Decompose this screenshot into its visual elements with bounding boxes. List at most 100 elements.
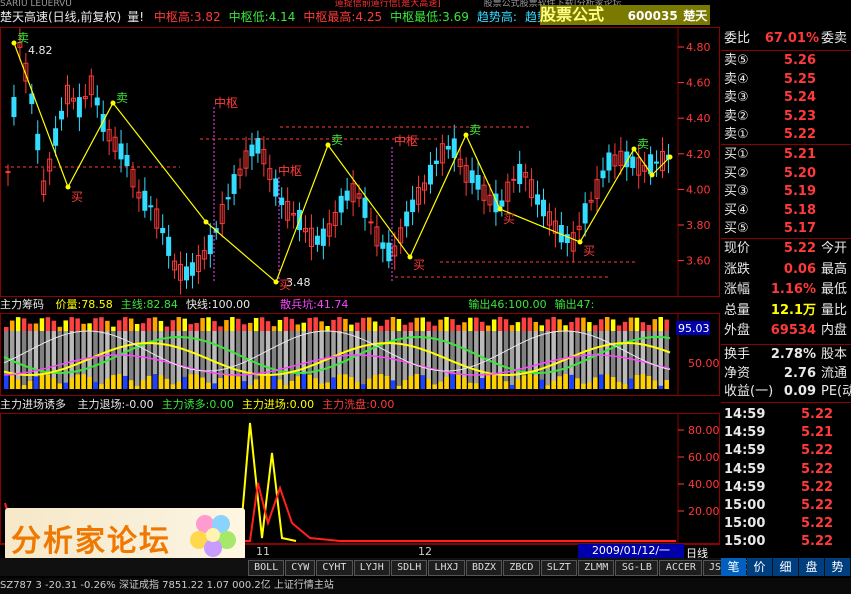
indicator-tab-boll[interactable]: BOLL	[248, 560, 285, 576]
ind1-bottom-bar	[480, 377, 485, 389]
right-tab-4[interactable]: 势	[825, 558, 850, 576]
status-bar: SZ787 3 -20.31 -0.26% 深证成指 7851.22 1.07 …	[0, 578, 851, 594]
candle-body	[142, 190, 148, 211]
ind1-top-bar	[420, 317, 425, 331]
ind1-top-bar	[57, 326, 63, 331]
ind1-top-bar	[474, 317, 479, 331]
ind1-bottom-bar	[45, 374, 51, 389]
right-tab-3[interactable]: 盘	[799, 558, 824, 576]
ind1-top-bar	[509, 325, 515, 331]
candle-body	[94, 97, 100, 106]
ask-row: 卖② 5.23	[721, 108, 851, 126]
ind1-gray-bar	[616, 331, 622, 389]
ind1-top-bar	[593, 325, 598, 331]
ind1-top-bar	[69, 317, 74, 331]
ind1-gray-bar	[21, 331, 27, 389]
indicator-tab-lhxj[interactable]: LHXJ	[428, 560, 465, 576]
ind1-top-bar	[146, 318, 152, 331]
indicator-tab-bdzx[interactable]: BDZX	[465, 560, 503, 576]
indicator-tab-sg-lb[interactable]: SG-LB	[615, 560, 659, 576]
ask-row-value: 5.22	[783, 127, 816, 142]
ind1-bottom-bar	[414, 374, 420, 389]
zigzag-point	[65, 184, 71, 190]
stat2-row-label: 换手	[724, 347, 751, 362]
stat2-row: 换手 2.78% 股本	[721, 346, 851, 364]
ind1-bottom-bar	[259, 375, 265, 389]
ind1-item-value-3: 41.74	[316, 298, 349, 311]
candle-body	[511, 178, 517, 181]
ask-row: 卖⑤ 5.26	[721, 52, 851, 70]
ind1-top-bar	[462, 322, 467, 331]
ind1-bottom-bar	[438, 381, 443, 389]
buy-signal: 买	[413, 258, 425, 272]
indicator-tab-cyw[interactable]: CYW	[285, 560, 316, 576]
candle-body	[606, 152, 612, 171]
ind1-top-bar	[212, 321, 217, 331]
indicator-tab-cyht[interactable]: CYHT	[316, 560, 353, 576]
header-value-3: 3.69	[442, 10, 469, 24]
pivot-label: 中枢	[278, 163, 302, 178]
candle-body	[380, 242, 386, 249]
tick-row: 14:59 5.22	[721, 442, 851, 460]
buy-signal: 买	[583, 244, 595, 258]
ind1-bottom-bar	[462, 377, 467, 389]
ind1-top-bar	[497, 317, 503, 331]
ind1-bottom-bar	[140, 380, 146, 389]
main-tick-label: 3.80	[686, 219, 711, 232]
ind1-bottom-bar	[539, 379, 544, 389]
stat-row: 现价 5.22 今开	[721, 240, 851, 258]
ind1-top-bar	[355, 322, 360, 331]
candle-body	[76, 97, 82, 118]
bid-row: 买⑤ 5.17	[721, 220, 851, 238]
ind1-top-bar	[105, 320, 110, 331]
ind1-top-bar	[9, 320, 15, 331]
right-tab-2[interactable]: 细	[773, 558, 798, 576]
main-tick-label: 4.40	[686, 112, 711, 125]
zigzag-point	[631, 146, 637, 152]
divider-stats	[721, 238, 851, 239]
tick-price: 5.22	[801, 534, 834, 550]
ad-banner[interactable]: 股票公式 600035 楚天	[540, 5, 710, 25]
main-tick-label: 3.60	[686, 255, 711, 268]
ind1-bottom-bar	[224, 374, 229, 389]
ind1-bottom-bar	[295, 376, 301, 389]
ind1-gray-bar	[27, 331, 33, 389]
indicator-tab-sdlh[interactable]: SDLH	[391, 560, 428, 576]
tick-row: 14:59 5.22	[721, 406, 851, 424]
ind1-bottom-bar	[176, 381, 182, 389]
candle-body	[53, 128, 59, 146]
ind1-top-bar	[426, 321, 431, 331]
tick-time: 14:59	[724, 425, 766, 441]
ind1-gray-bar	[503, 331, 509, 389]
indicator-tab-bar: BOLL CYW CYHT LYJH SDLH LHXJ BDZX ZBCD SLZT ZLMM S…	[0, 558, 851, 576]
stat2-row-extra: PE(动)	[821, 384, 851, 399]
ind1-bottom-bar	[283, 385, 289, 389]
indicator-tab-lyjh[interactable]: LYJH	[353, 560, 390, 576]
ind1-bottom-bar	[378, 374, 384, 389]
ind1-top-bar	[515, 322, 521, 331]
ind1-bottom-bar	[575, 378, 580, 389]
stat-row: 涨幅 1.16% 最低	[721, 281, 851, 299]
main-tick-label: 4.60	[686, 77, 711, 90]
bid-row-value: 5.20	[783, 165, 816, 181]
ind1-top-bar	[378, 325, 384, 331]
main-kline-chart[interactable]: 4.804.604.404.204.003.803.60 中枢中枢中枢 4.82…	[0, 27, 720, 297]
ind1-bottom-bar	[491, 374, 497, 389]
ind1-bottom-bar	[426, 378, 431, 389]
ask-row-label: 卖⑤	[724, 53, 749, 68]
ind1-bottom-bar	[468, 382, 473, 389]
ind2-item-value-1: 0.00	[209, 398, 234, 411]
ind1-top-bar	[128, 318, 134, 331]
ind1-top-bar	[503, 319, 509, 331]
ind1-bottom-bar	[9, 375, 15, 389]
sell-signal: 卖	[331, 133, 343, 147]
ind1-top-bar	[27, 323, 33, 331]
right-tab-0[interactable]: 笔	[721, 558, 746, 576]
indicator-tab-slzt[interactable]: SLZT	[540, 560, 577, 576]
right-tab-1[interactable]: 价	[747, 558, 772, 576]
indicator1-chart[interactable]: 95.03 50.00	[0, 313, 720, 396]
indicator-tab-accer[interactable]: ACCER	[659, 560, 703, 576]
indicator-tab-zbcd[interactable]: ZBCD	[503, 560, 540, 576]
indicator-tab-zlmm[interactable]: ZLMM	[578, 560, 615, 576]
ind1-bottom-bar	[432, 384, 437, 389]
